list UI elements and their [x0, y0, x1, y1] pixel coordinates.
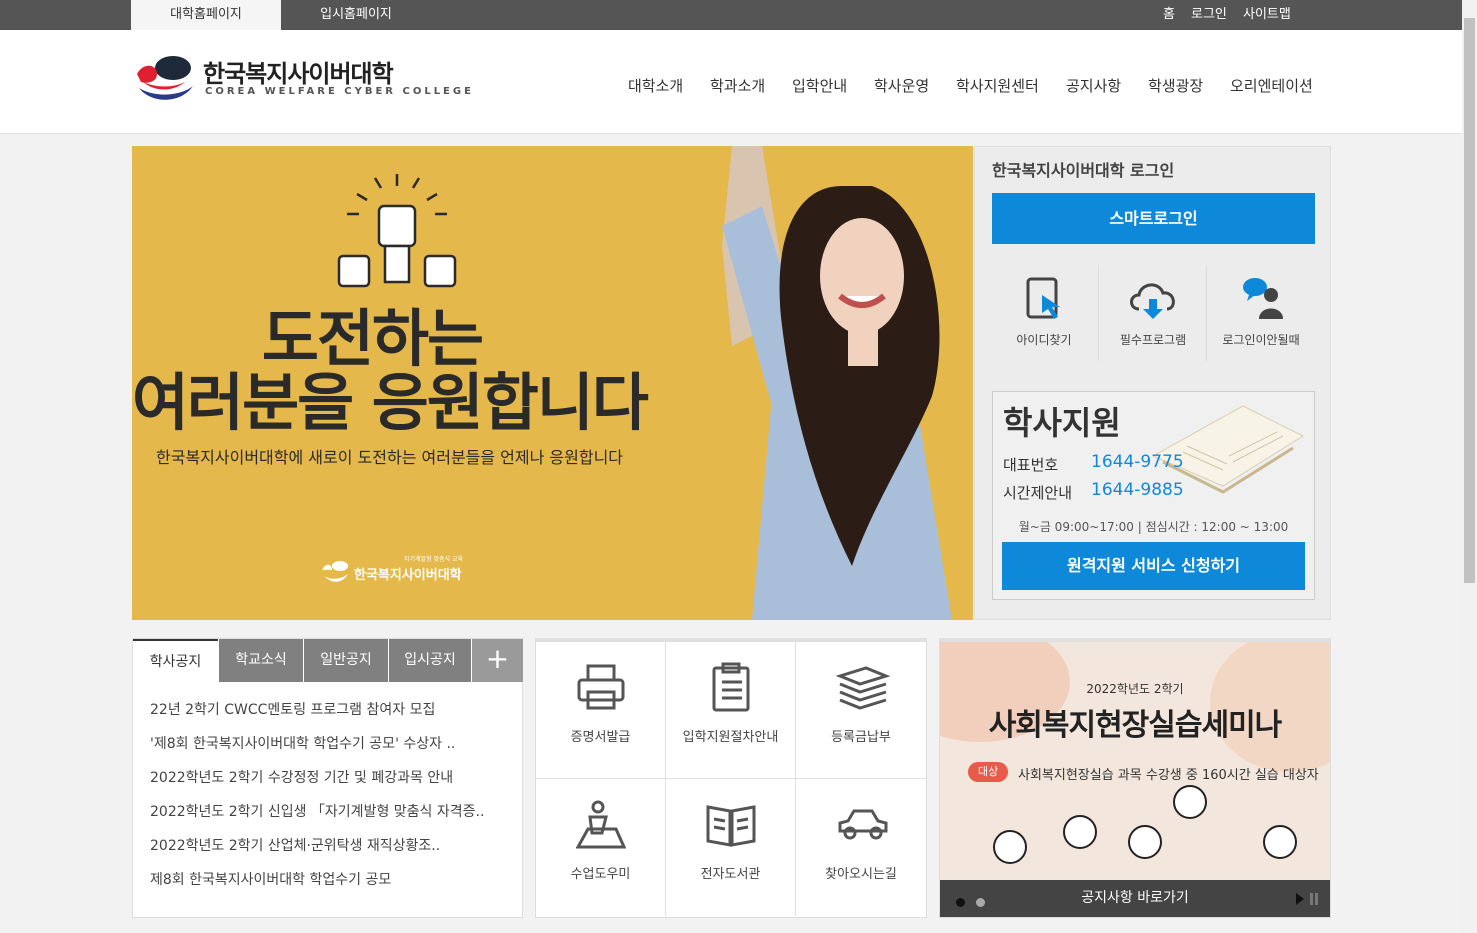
logo-english-name: COREA WELFARE CYBER COLLEGE: [205, 86, 474, 97]
tuition-payment-link[interactable]: 등록금납부: [796, 642, 926, 779]
gnb-item-support-center[interactable]: 학사지원센터: [956, 75, 1039, 96]
smart-login-button[interactable]: 스마트로그인: [992, 193, 1315, 244]
support-main-number[interactable]: 1644-9775: [1091, 452, 1184, 472]
notice-more-button[interactable]: +: [472, 639, 523, 682]
find-id-link[interactable]: 아이디찾기: [990, 267, 1098, 367]
required-programs-label: 필수프로그램: [1119, 333, 1187, 347]
notice-item[interactable]: 2022학년도 2학기 신입생 「자기계발형 맞춤식 자격증..: [150, 801, 510, 835]
support-parttime-number[interactable]: 1644-9885: [1091, 480, 1184, 500]
login-panel: 한국복지사이버대학 로그인 스마트로그인 아이디찾기 필수프로그램 로그인이안될…: [974, 146, 1331, 620]
gnb-item-admission[interactable]: 입학안내: [792, 75, 847, 96]
gnb-item-student-plaza[interactable]: 학생광장: [1148, 75, 1203, 96]
scrollbar-thumb[interactable]: [1464, 18, 1475, 583]
support-hours: 월~금 09:00~17:00 | 점심시간 : 12:00 ~ 13:00: [1018, 520, 1289, 534]
banner-year: 2022학년도 2학기: [1086, 682, 1184, 696]
gnb-item-academics[interactable]: 학사운영: [874, 75, 929, 96]
hero-banner[interactable]: 도전하는 여러분을 응원합니다 한국복지사이버대학에 새로이 도전하는 여러분들…: [132, 146, 973, 620]
gnb-item-notices[interactable]: 공지사항: [1066, 75, 1121, 96]
certificate-issue-link[interactable]: 증명서발급: [536, 642, 666, 779]
hero-model-image: [722, 146, 952, 620]
tab-school-news[interactable]: 학교소식: [219, 639, 303, 682]
tablet-touch-icon: [1026, 277, 1060, 319]
logo-korean-name: 한국복지사이버대학: [203, 60, 394, 88]
tab-college-home[interactable]: 대학홈페이지: [131, 0, 281, 30]
cloud-download-icon: [1130, 283, 1175, 319]
tab-general-notice[interactable]: 일반공지: [304, 639, 388, 682]
notice-item[interactable]: 제8회 한국복지사이버대학 학업수기 공모: [150, 869, 510, 903]
page-scrollbar[interactable]: [1462, 0, 1477, 933]
gnb-item-orientation[interactable]: 오리엔테이션: [1230, 75, 1313, 96]
admission-procedure-label: 입학지원절차안내: [682, 730, 779, 745]
gnb-item-departments[interactable]: 학과소개: [710, 75, 765, 96]
class-helper-link[interactable]: 수업도우미: [536, 779, 666, 916]
login-help-label: 로그인이안될때: [1222, 333, 1300, 347]
open-book-icon: [706, 805, 756, 847]
site-header: 한국복지사이버대학 COREA WELFARE CYBER COLLEGE 대학…: [0, 30, 1462, 134]
stacked-papers-icon: [836, 666, 890, 710]
car-icon: [838, 809, 888, 840]
login-help-link[interactable]: 로그인이안될때: [1207, 267, 1315, 367]
certificate-issue-label: 증명서발급: [570, 730, 631, 745]
notice-item[interactable]: 2022학년도 2학기 수강정정 기간 및 폐강과목 안내: [150, 767, 510, 801]
top-utility-bar: 대학홈페이지 입시홈페이지 홈 로그인 사이트맵: [0, 0, 1462, 30]
admission-procedure-link[interactable]: 입학지원절차안내: [666, 642, 796, 779]
tab-admission-home[interactable]: 입시홈페이지: [281, 0, 431, 30]
slide-dot-active[interactable]: [956, 898, 965, 907]
banner-target-desc: 사회복지현장실습 과목 수강생 중 160시간 실습 대상자: [1018, 768, 1319, 783]
help-person-icon: [1243, 278, 1283, 319]
tutor-person-icon: [576, 800, 626, 849]
slide-dot[interactable]: [976, 898, 985, 907]
logo-mark-icon: [137, 56, 193, 100]
academic-support-box: 학사지원 대표번호 1644-9775 시간제안내 1644-9885 월~금 …: [992, 391, 1315, 600]
find-id-label: 아이디찾기: [1016, 333, 1072, 347]
raised-fists-icon: [337, 174, 457, 288]
hero-logo-name: 한국복지사이버대학: [354, 568, 462, 583]
hero-title-line2: 여러분을 응원합니다: [132, 366, 649, 439]
remote-support-button[interactable]: 원격지원 서비스 신청하기: [1002, 542, 1305, 590]
play-pause-icon[interactable]: [1296, 893, 1320, 905]
notice-board: 학사공지 학교소식 일반공지 입시공지 + 22년 2학기 CWCC멘토링 프로…: [132, 638, 523, 918]
seminar-banner[interactable]: 2022학년도 2학기 사회복지현장실습세미나 대상 사회복지현장실습 과목 수…: [939, 638, 1331, 918]
sitemap-link[interactable]: 사이트맵: [1243, 0, 1291, 30]
banner-title: 사회복지현장실습세미나: [988, 708, 1283, 743]
tab-academic-notice[interactable]: 학사공지: [133, 639, 218, 682]
hero-subtitle: 한국복지사이버대학에 새로이 도전하는 여러분들을 언제나 응원합니다: [156, 448, 624, 467]
login-title: 한국복지사이버대학 로그인: [992, 161, 1175, 180]
notice-item[interactable]: 22년 2학기 CWCC멘토링 프로그램 참여자 모집: [150, 699, 510, 733]
login-link[interactable]: 로그인: [1191, 0, 1227, 30]
required-programs-link[interactable]: 필수프로그램: [1099, 267, 1207, 367]
notice-list: 22년 2학기 CWCC멘토링 프로그램 참여자 모집 '제8회 한국복지사이버…: [150, 699, 510, 903]
service-grid: 증명서발급 입학지원절차안내 등록금납부 수업도우미 전자도서관 찾아오시는길: [535, 638, 927, 918]
e-library-link[interactable]: 전자도서관: [666, 779, 796, 916]
hero-logo-tagline: 자기계발형 맞춤식 교육: [404, 556, 464, 563]
tuition-payment-label: 등록금납부: [831, 730, 891, 745]
e-library-label: 전자도서관: [700, 867, 761, 882]
printer-icon: [577, 664, 625, 710]
notice-item[interactable]: 2022학년도 2학기 산업체·군위탁생 재직상황조..: [150, 835, 510, 869]
target-badge: 대상: [968, 762, 1009, 782]
support-parttime-label: 시간제안내: [1003, 484, 1073, 502]
tab-admission-notice[interactable]: 입시공지: [389, 639, 471, 682]
notice-shortcut-button[interactable]: 공지사항 바로가기: [940, 880, 1330, 917]
clipboard-list-icon: [712, 662, 750, 712]
directions-label: 찾아오시는길: [825, 867, 897, 882]
class-helper-label: 수업도우미: [570, 867, 631, 882]
logo-mark-icon: [322, 561, 348, 582]
gnb-item-about[interactable]: 대학소개: [628, 75, 683, 96]
hero-logo: 한국복지사이버대학 자기계발형 맞춤식 교육: [320, 554, 470, 584]
support-main-label: 대표번호: [1003, 456, 1059, 474]
support-title: 학사지원: [1003, 404, 1121, 442]
college-logo[interactable]: 한국복지사이버대학 COREA WELFARE CYBER COLLEGE: [133, 52, 471, 112]
notice-item[interactable]: '제8회 한국복지사이버대학 학업수기 공모' 수상자 ..: [150, 733, 510, 767]
home-link[interactable]: 홈: [1163, 0, 1175, 30]
directions-link[interactable]: 찾아오시는길: [796, 779, 926, 916]
